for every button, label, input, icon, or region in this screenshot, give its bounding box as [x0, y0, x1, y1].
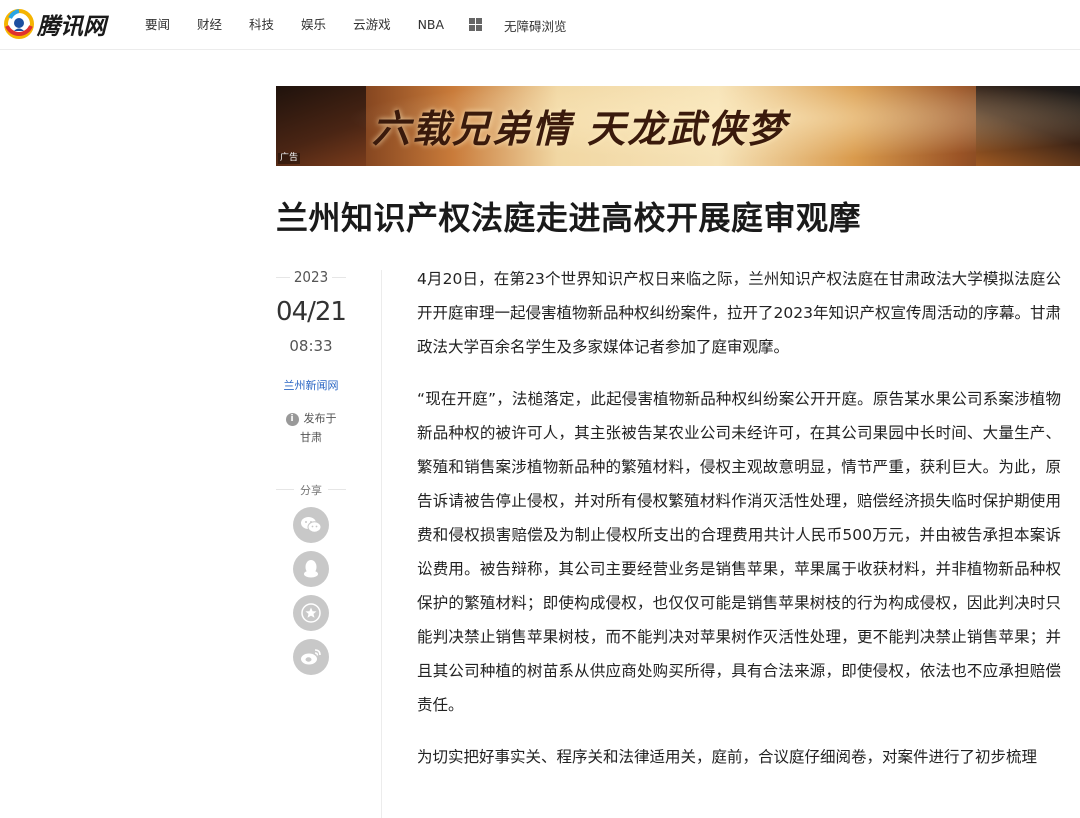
publish-time: 08:33	[289, 337, 333, 355]
nav-item-nba[interactable]: NBA	[418, 16, 444, 33]
nav-item-cloud-gaming[interactable]: 云游戏	[353, 16, 391, 33]
qq-icon	[304, 560, 318, 578]
share-header: 分享	[276, 479, 346, 501]
publish-date: 04/21	[276, 297, 347, 327]
article-body: 4月20日，在第23个世界知识产权日来临之际，兰州知识产权法庭在甘肃政法大学模拟…	[417, 262, 1061, 792]
ad-label: 广告	[278, 153, 301, 164]
wechat-icon	[301, 517, 322, 533]
article-title: 兰州知识产权法庭走进高校开展庭审观摩	[276, 199, 862, 237]
nav-item-entertainment[interactable]: 娱乐	[301, 16, 326, 33]
column-divider	[381, 270, 382, 818]
nav-item-news[interactable]: 要闻	[145, 16, 170, 33]
banner-slogan: 六载兄弟情 天龙武侠梦	[372, 106, 788, 151]
published-in: i 发布于	[276, 411, 346, 427]
ad-banner[interactable]: 六载兄弟情 天龙武侠梦 广告	[276, 86, 1080, 166]
share-qq-button[interactable]	[293, 551, 329, 587]
article-paragraph: 4月20日，在第23个世界知识产权日来临之际，兰州知识产权法庭在甘肃政法大学模拟…	[417, 270, 1061, 356]
published-label: 发布于	[303, 412, 337, 425]
info-icon: i	[285, 412, 299, 426]
site-logo[interactable]: 腾讯网	[4, 7, 106, 41]
publish-year: 2023	[289, 262, 333, 292]
publish-location: 甘肃	[300, 431, 322, 444]
source-link[interactable]: 兰州新闻网	[276, 378, 346, 394]
nav-item-finance[interactable]: 财经	[197, 16, 222, 33]
share-label: 分享	[294, 481, 328, 501]
year-row: 2023	[276, 262, 346, 292]
weibo-icon	[301, 649, 321, 665]
share-weibo-button[interactable]	[293, 639, 329, 675]
favorite-star-icon	[301, 603, 321, 623]
grid-icon[interactable]	[469, 18, 482, 31]
main-nav: 要闻 财经 科技 娱乐 云游戏 NBA	[145, 16, 471, 33]
top-navigation-bar: 腾讯网 要闻 财经 科技 娱乐 云游戏 NBA 无障碍浏览	[0, 0, 1080, 50]
article-paragraph: “现在开庭”，法槌落定，此起侵害植物新品种权纠纷案公开开庭。原告某水果公司系案涉…	[417, 390, 1061, 714]
nav-item-tech[interactable]: 科技	[249, 16, 274, 33]
article-meta: 2023 04/21 08:33 兰州新闻网 i 发布于 甘肃 分享	[276, 262, 347, 675]
accessibility-link[interactable]: 无障碍浏览	[504, 16, 567, 35]
share-favorite-button[interactable]	[293, 595, 329, 631]
logo-text: 腾讯网	[37, 14, 106, 40]
article-paragraph: 为切实把好事实关、程序关和法律适用关，庭前，合议庭仔细阅卷，对案件进行了初步梳理	[417, 748, 1038, 766]
share-wechat-button[interactable]	[293, 507, 329, 543]
tencent-logo-icon	[4, 9, 34, 39]
